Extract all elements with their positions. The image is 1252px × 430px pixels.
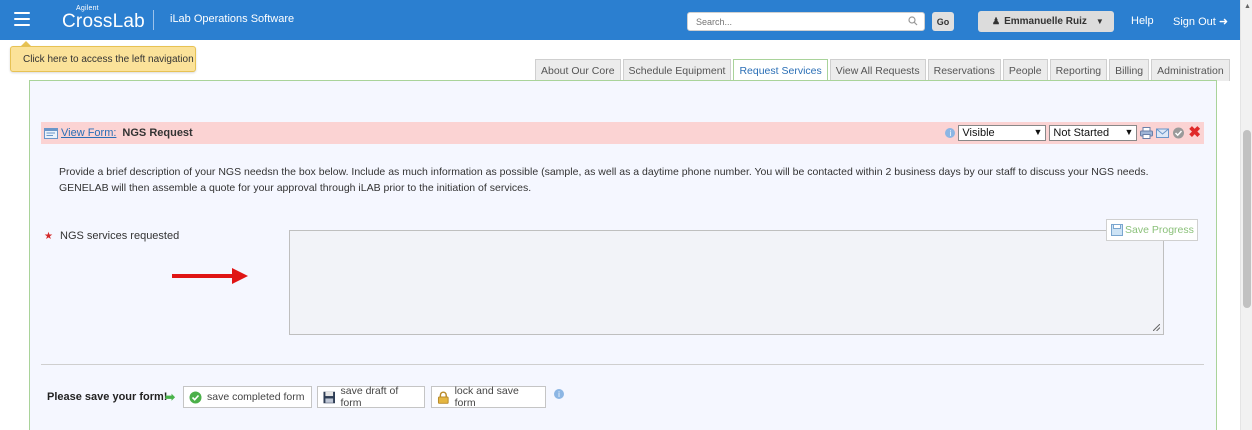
red-arrow-icon	[172, 268, 248, 284]
user-name: Emmanuelle Ruiz	[1004, 16, 1087, 27]
scroll-thumb[interactable]	[1243, 130, 1251, 308]
print-icon[interactable]	[1140, 127, 1154, 139]
save-completed-label: save completed form	[207, 391, 305, 403]
resize-handle-icon[interactable]	[1153, 324, 1160, 331]
tab-request-services[interactable]: Request Services	[733, 59, 828, 82]
save-draft-label: save draft of form	[340, 385, 399, 409]
tab-administration[interactable]: Administration	[1151, 59, 1230, 81]
product-name: iLab Operations Software	[170, 13, 295, 25]
sign-out-link[interactable]: Sign Out ➜	[1173, 15, 1228, 28]
chevron-down-icon: ▼	[1124, 127, 1134, 137]
form-header: View Form: NGS Request i Visible ▼ Not S…	[41, 122, 1204, 144]
logo-crosslab-text: CrossLab	[62, 11, 145, 32]
form-status-select[interactable]: Not Started ▼	[1049, 125, 1138, 141]
close-icon[interactable]: ✖	[1188, 125, 1201, 140]
scroll-up-arrow-icon[interactable]: ▲	[1244, 3, 1251, 10]
sign-out-label: Sign Out	[1173, 16, 1216, 28]
left-nav-tooltip: Click here to access the left navigation	[10, 46, 196, 72]
save-progress-button[interactable]: Save Progress	[1106, 219, 1198, 241]
search-icon[interactable]	[908, 16, 918, 26]
floppy-disk-icon	[1111, 224, 1123, 236]
user-menu-button[interactable]: ♟ Emmanuelle Ruiz ▼	[978, 11, 1114, 32]
tab-view-all-requests[interactable]: View All Requests	[829, 59, 926, 81]
search-box	[687, 12, 925, 31]
logo-agilent-text: Agilent	[76, 5, 99, 12]
view-form-link[interactable]: View Form:	[61, 127, 116, 139]
visibility-select[interactable]: Visible ▼	[958, 125, 1047, 141]
top-navigation-bar: Agilent CrossLab iLab Operations Softwar…	[0, 0, 1240, 40]
info-icon[interactable]: i	[945, 128, 956, 138]
user-icon: ♟	[992, 16, 1001, 26]
form-status-controls: i Visible ▼ Not Started ▼ ✖	[945, 125, 1201, 141]
check-circle-icon	[189, 391, 202, 403]
tab-reservations[interactable]: Reservations	[927, 59, 1001, 81]
save-completed-form-button[interactable]: save completed form	[183, 386, 312, 408]
info-icon[interactable]: i	[554, 389, 564, 399]
required-star-icon: ★	[44, 231, 53, 242]
email-icon[interactable]	[1156, 127, 1170, 139]
form-description: Provide a brief description of your NGS …	[59, 166, 1149, 194]
tab-about-our-core[interactable]: About Our Core	[535, 59, 621, 81]
green-arrow-icon: ➡	[165, 390, 176, 404]
floppy-disk-icon	[323, 391, 336, 403]
lock-save-label: lock and save form	[454, 385, 519, 409]
search-go-button[interactable]: Go	[932, 12, 954, 31]
visibility-value: Visible	[962, 127, 995, 139]
check-circle-icon[interactable]	[1172, 127, 1185, 139]
lock-icon	[437, 391, 449, 404]
ngs-services-textarea[interactable]	[289, 230, 1164, 335]
save-progress-label: Save Progress	[1125, 224, 1194, 236]
chevron-down-icon: ▼	[1095, 17, 1104, 26]
please-save-label: Please save your form!	[47, 391, 168, 403]
tab-billing[interactable]: Billing	[1109, 59, 1150, 81]
form-icon	[44, 127, 58, 139]
help-link[interactable]: Help	[1131, 15, 1154, 27]
crosslab-logo[interactable]: Agilent CrossLab	[62, 5, 145, 33]
chevron-down-icon: ▼	[1033, 127, 1043, 137]
core-tabs: About Our Core Schedule Equipment Reques…	[535, 59, 1230, 82]
header-divider	[153, 10, 154, 30]
section-divider	[41, 364, 1204, 365]
vertical-scrollbar[interactable]: ▲	[1240, 0, 1252, 430]
ngs-services-label: NGS services requested	[60, 230, 180, 242]
hamburger-menu-icon[interactable]	[14, 12, 30, 26]
form-status-value: Not Started	[1053, 127, 1110, 139]
tab-reporting[interactable]: Reporting	[1049, 59, 1108, 81]
search-input[interactable]	[696, 13, 896, 30]
form-title: NGS Request	[122, 127, 193, 139]
sign-out-icon: ➜	[1218, 16, 1229, 28]
tab-people[interactable]: People	[1002, 59, 1048, 81]
save-draft-button[interactable]: save draft of form	[317, 385, 425, 409]
lock-and-save-button[interactable]: lock and save form	[431, 385, 546, 409]
tab-schedule-equipment[interactable]: Schedule Equipment	[622, 59, 732, 81]
